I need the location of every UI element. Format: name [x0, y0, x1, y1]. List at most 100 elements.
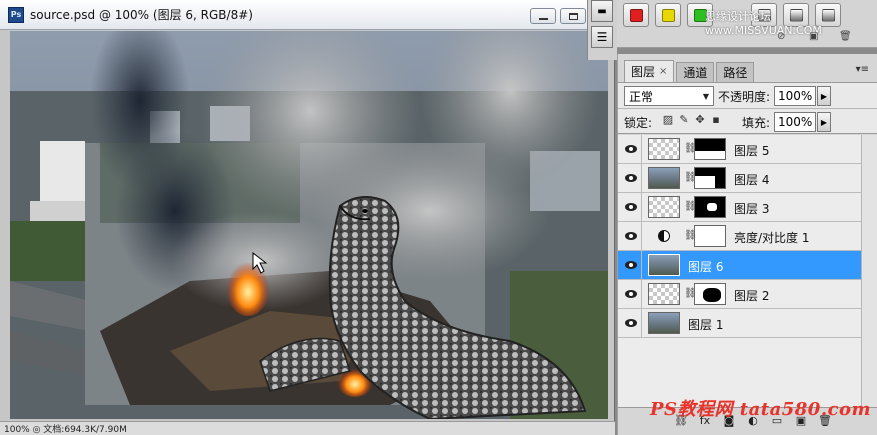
mask-shape [715, 176, 725, 188]
layers-panel: 图层 × 通道 路径 ▾≡ 正常 ▼ 不透明度: 100% ▶ 锁定: ▨ ✎ … [617, 54, 877, 435]
adjustment-layer-icon [658, 230, 670, 242]
red-style-icon [629, 8, 643, 22]
lock-label: 锁定: [624, 116, 653, 130]
opacity-label: 不透明度: [718, 90, 771, 104]
maximize-button[interactable] [560, 8, 586, 24]
layer-list: ⛓ 图层 5 ⛓ 图层 4 ⛓ 图层 3 ⛓ 亮度/对比度 1 图层 6 ⛓ 图… [618, 135, 861, 407]
layer-name: 图层 4 [734, 173, 770, 187]
document-window: Ps source.psd @ 100% (图层 6, RGB/8#) 100%… [0, 0, 615, 435]
eye-icon [624, 203, 637, 211]
watermark-bottom: PS教程网 tata580.com [650, 399, 872, 420]
tab-paths[interactable]: 路径 [716, 62, 755, 82]
blend-opacity-row: 正常 ▼ 不透明度: 100% ▶ [618, 82, 877, 108]
tab-label: 路径 [723, 66, 748, 80]
minimize-button[interactable] [530, 8, 556, 24]
visibility-toggle[interactable] [620, 135, 642, 163]
layer-row-5[interactable]: ⛓ 图层 5 [618, 135, 861, 164]
eye-icon [624, 145, 637, 153]
layer-name: 图层 5 [734, 144, 770, 158]
layers-scrollbar[interactable] [861, 135, 877, 407]
fill-input[interactable]: 100% [774, 112, 816, 132]
styles-panel: 思缘设计论坛 www.MISSVUAN.COM ⊘ ▣ 🗑 [617, 0, 877, 48]
layer-thumbnail [648, 254, 680, 276]
mask-shape [703, 288, 721, 302]
photoshop-doc-icon: Ps [8, 6, 24, 23]
lock-all-icon[interactable]: ▪ [710, 114, 722, 126]
layer-thumbnail [648, 138, 680, 160]
panel-toggle-button[interactable]: ▬ [591, 0, 613, 22]
fill-slider-button[interactable]: ▶ [817, 112, 831, 132]
layer-row-4[interactable]: ⛓ 图层 4 [618, 164, 861, 193]
layer-name: 图层 3 [734, 202, 770, 216]
lock-transparency-icon[interactable]: ▨ [662, 114, 674, 126]
tab-label: 通道 [683, 66, 708, 80]
layer-name: 图层 6 [688, 260, 724, 274]
eye-icon [624, 319, 637, 327]
layer-name: 亮度/对比度 1 [734, 231, 810, 245]
document-titlebar[interactable]: Ps source.psd @ 100% (图层 6, RGB/8#) [0, 0, 615, 30]
style-yellow-button[interactable] [655, 3, 681, 27]
visibility-toggle[interactable] [620, 251, 642, 279]
tab-label: 图层 [631, 65, 656, 79]
blend-mode-value: 正常 [629, 89, 654, 104]
panel-toggle-icon: ▬ [597, 5, 607, 17]
panel-tabs: 图层 × 通道 路径 [618, 60, 877, 82]
clear-style-icon[interactable]: ⊘ [777, 31, 785, 42]
layer-name: 图层 1 [688, 318, 724, 332]
opacity-input[interactable]: 100% [774, 86, 816, 106]
layer-mask-thumbnail[interactable] [694, 138, 726, 160]
visibility-toggle[interactable] [620, 193, 642, 221]
layer-row-brightness-contrast[interactable]: ⛓ 亮度/对比度 1 [618, 222, 861, 251]
layer-thumbnail [648, 283, 680, 305]
document-list-icon: ☰ [596, 30, 608, 44]
layer-row-3[interactable]: ⛓ 图层 3 [618, 193, 861, 222]
fill-label: 填充: [742, 116, 771, 130]
style-red-button[interactable] [623, 3, 649, 27]
layer-row-1[interactable]: 图层 1 [618, 309, 861, 338]
layer-mask-thumbnail[interactable] [694, 283, 726, 305]
fill-value: 100% [778, 115, 813, 129]
maximize-icon [568, 12, 578, 20]
layer-mask-thumbnail[interactable] [694, 167, 726, 189]
history-panel-button[interactable]: ☰ [591, 26, 613, 48]
visibility-toggle[interactable] [620, 280, 642, 308]
close-icon[interactable]: × [659, 66, 667, 77]
document-title: source.psd @ 100% (图层 6, RGB/8#) [30, 8, 253, 22]
layer-mask-thumbnail[interactable] [694, 225, 726, 247]
canvas-artwork [10, 31, 608, 419]
layer-name: 图层 2 [734, 289, 770, 303]
layer-row-2[interactable]: ⛓ 图层 2 [618, 280, 861, 309]
delete-style-icon[interactable]: 🗑 [839, 31, 852, 42]
layer-row-6[interactable]: 图层 6 [618, 251, 861, 280]
eye-icon [624, 232, 637, 240]
lock-move-icon[interactable]: ✥ [694, 114, 706, 126]
mask-shape [695, 139, 725, 151]
tab-layers[interactable]: 图层 × [624, 60, 675, 82]
visibility-toggle[interactable] [620, 222, 642, 250]
collapsed-panel-strip: ▬ ☰ [587, 0, 617, 60]
document-status-bar: 100% ◎ 文档:694.3K/7.90M [0, 421, 615, 435]
opacity-value: 100% [778, 89, 813, 103]
lock-fill-row: 锁定: ▨ ✎ ✥ ▪ 填充: 100% ▶ [618, 108, 877, 134]
visibility-toggle[interactable] [620, 309, 642, 337]
mask-shape [707, 203, 717, 211]
image-canvas[interactable] [10, 31, 608, 419]
minimize-icon [538, 17, 548, 20]
eye-icon [624, 174, 637, 182]
layer-thumbnail [648, 196, 680, 218]
chevron-down-icon: ▼ [702, 92, 709, 101]
mask-shape [695, 168, 725, 176]
eye-icon [624, 290, 637, 298]
panel-menu-icon[interactable]: ▾≡ [856, 64, 869, 75]
chevron-right-icon: ▶ [820, 117, 828, 127]
yellow-style-icon [661, 8, 675, 22]
layer-mask-thumbnail[interactable] [694, 196, 726, 218]
tab-channels[interactable]: 通道 [676, 62, 715, 82]
opacity-slider-button[interactable]: ▶ [817, 86, 831, 106]
eye-icon [624, 261, 637, 269]
visibility-toggle[interactable] [620, 164, 642, 192]
lock-brush-icon[interactable]: ✎ [678, 114, 690, 126]
chevron-right-icon: ▶ [820, 91, 828, 101]
blend-mode-select[interactable]: 正常 ▼ [624, 86, 714, 106]
new-style-icon[interactable]: ▣ [809, 31, 818, 42]
